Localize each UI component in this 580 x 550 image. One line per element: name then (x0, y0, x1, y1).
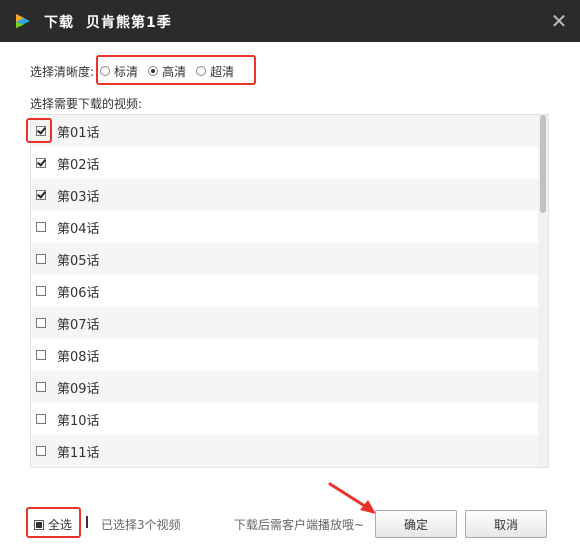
checkbox-checked-icon[interactable] (36, 158, 46, 168)
cancel-button[interactable]: 取消 (465, 510, 547, 538)
checkbox-icon[interactable] (36, 254, 46, 264)
checkbox-icon[interactable] (36, 414, 46, 424)
episode-row[interactable]: 第06话 (31, 275, 539, 307)
app-logo-icon (16, 14, 30, 28)
episode-label: 第04话 (57, 221, 100, 237)
episode-row[interactable]: 第02话 (31, 147, 539, 179)
selected-count: 已选择3个视频 (101, 518, 181, 532)
checkbox-checked-icon[interactable] (36, 190, 46, 200)
title-action: 下载 (44, 15, 74, 31)
checkbox-icon[interactable] (36, 382, 46, 392)
annotation-arrow-icon (328, 482, 376, 514)
episode-label: 第09话 (57, 381, 100, 397)
episode-row[interactable]: 第03话 (31, 179, 539, 211)
episode-row[interactable]: 第04话 (31, 211, 539, 243)
close-icon: ✕ (550, 9, 568, 33)
checkbox-icon[interactable] (36, 286, 46, 296)
episode-list: 第01话 第02话 第03话 第04话 第05话 第06话 第07话 第08话 … (30, 114, 549, 468)
quality-selector: 选择清晰度: 标清 高清 超清 (30, 62, 244, 80)
episode-row[interactable]: 第01话 (31, 115, 539, 147)
radio-icon (100, 66, 111, 76)
title-name: 贝肯熊第1季 (86, 15, 172, 31)
checkbox-icon[interactable] (36, 318, 46, 328)
episode-label: 第08话 (57, 349, 100, 365)
episode-list-title: 选择需要下载的视频: (30, 97, 143, 111)
confirm-button[interactable]: 确定 (375, 510, 457, 538)
checkbox-icon[interactable] (36, 446, 46, 456)
episode-label: 第01话 (57, 125, 100, 141)
checkbox-icon[interactable] (36, 222, 46, 232)
quality-option-high[interactable]: 高清 (148, 63, 186, 80)
quality-option-label: 标清 (114, 64, 139, 79)
quality-label: 选择清晰度: (30, 64, 95, 79)
episode-row[interactable]: 第10话 (31, 403, 539, 435)
list-scrollbar[interactable] (538, 115, 548, 467)
episode-label: 第02话 (57, 157, 100, 173)
episode-label: 第06话 (57, 285, 100, 301)
close-button[interactable]: ✕ (548, 10, 570, 32)
radio-icon (196, 66, 207, 76)
episode-label: 第03话 (57, 189, 100, 205)
quality-option-label: 超清 (210, 64, 235, 79)
quality-option-super[interactable]: 超清 (196, 63, 234, 80)
quality-option-standard[interactable]: 标清 (100, 63, 138, 80)
episode-row[interactable]: 第05话 (31, 243, 539, 275)
footer-divider (86, 516, 88, 528)
episode-row[interactable]: 第09话 (31, 371, 539, 403)
confirm-button-label: 确定 (403, 517, 428, 532)
client-playback-hint: 下载后需客户端播放哦~ (234, 518, 365, 532)
select-all-label: 全选 (48, 518, 73, 532)
episode-row[interactable]: 第07话 (31, 307, 539, 339)
checkbox-icon[interactable] (36, 350, 46, 360)
cancel-button-label: 取消 (493, 517, 518, 532)
episode-row[interactable]: 第11话 (31, 435, 539, 467)
radio-selected-icon (148, 66, 159, 76)
checkbox-checked-icon[interactable] (36, 126, 46, 136)
window-title: 下载 贝肯熊第1季 (44, 12, 184, 32)
episode-label: 第07话 (57, 317, 100, 333)
episode-label: 第10话 (57, 413, 100, 429)
episode-label: 第11话 (57, 445, 100, 461)
title-bar: 下载 贝肯熊第1季 ✕ (0, 0, 580, 42)
episode-row[interactable]: 第08话 (31, 339, 539, 371)
checkbox-partial-icon (34, 519, 44, 530)
scrollbar-thumb[interactable] (540, 115, 546, 213)
select-all-checkbox[interactable]: 全选 (34, 516, 72, 533)
episode-label: 第05话 (57, 253, 100, 269)
quality-option-label: 高清 (162, 64, 187, 79)
